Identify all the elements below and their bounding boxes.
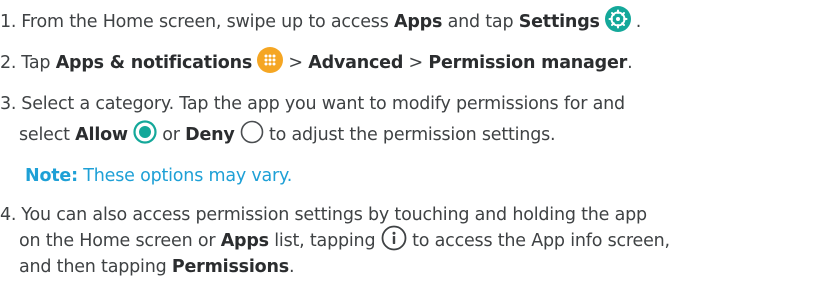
step-text: to access the App info screen, [406,231,670,251]
step-number: 1. [0,12,17,32]
step-4-line-1: 4. You can also access permission settin… [0,204,647,226]
step-text: and then tapping [19,257,172,277]
step-3-line-2: select Allow or Deny to adjust the permi… [19,120,556,146]
apps-notifications-label: Apps & notifications [55,53,253,73]
radio-unselected-icon [240,120,264,150]
note: Note: These options may vary. [25,165,292,187]
note-label: Note: [25,166,78,186]
step-2: 2. Tap Apps & notifications > Advanced >… [0,47,633,74]
step-text: select [19,125,76,145]
apps-label: Apps [394,12,443,32]
step-number: 4. [0,205,17,225]
step-text: Select a category. Tap the app you want … [21,94,625,114]
info-icon [381,225,407,257]
step-text: to adjust the permission settings. [263,125,556,145]
settings-label: Settings [518,12,600,32]
step-text: . [635,12,642,32]
step-4-line-2: on the Home screen or Apps list, tapping… [19,225,670,252]
permissions-label: Permissions [171,257,289,277]
step-text: on the Home screen or [19,231,221,251]
step-4-line-3: and then tapping Permissions . [19,256,295,278]
step-text: You can also access permission settings … [21,205,647,225]
permission-manager-label: Permission manager [428,53,628,73]
separator: > [403,53,429,73]
note-text: These options may vary. [77,166,293,186]
radio-selected-icon [133,120,157,150]
separator: > [283,53,309,73]
step-text: Tap [21,53,56,73]
step-text: . [288,257,295,277]
settings-gear-icon [604,6,631,38]
deny-label: Deny [185,125,235,145]
step-number: 2. [0,53,17,73]
apps-label: Apps [220,231,269,251]
step-number: 3. [0,94,17,114]
step-text: and tap [442,12,519,32]
step-text: list, tapping [268,231,381,251]
advanced-label: Advanced [308,53,404,73]
apps-grid-icon [257,47,284,79]
step-1: 1. From the Home screen, swipe up to acc… [0,6,642,33]
step-3-line-1: 3. Select a category. Tap the app you wa… [0,93,625,115]
step-text: . [627,53,633,73]
allow-label: Allow [75,125,128,145]
step-text: From the Home screen, swipe up to access [21,12,394,32]
step-text: or [156,125,186,145]
